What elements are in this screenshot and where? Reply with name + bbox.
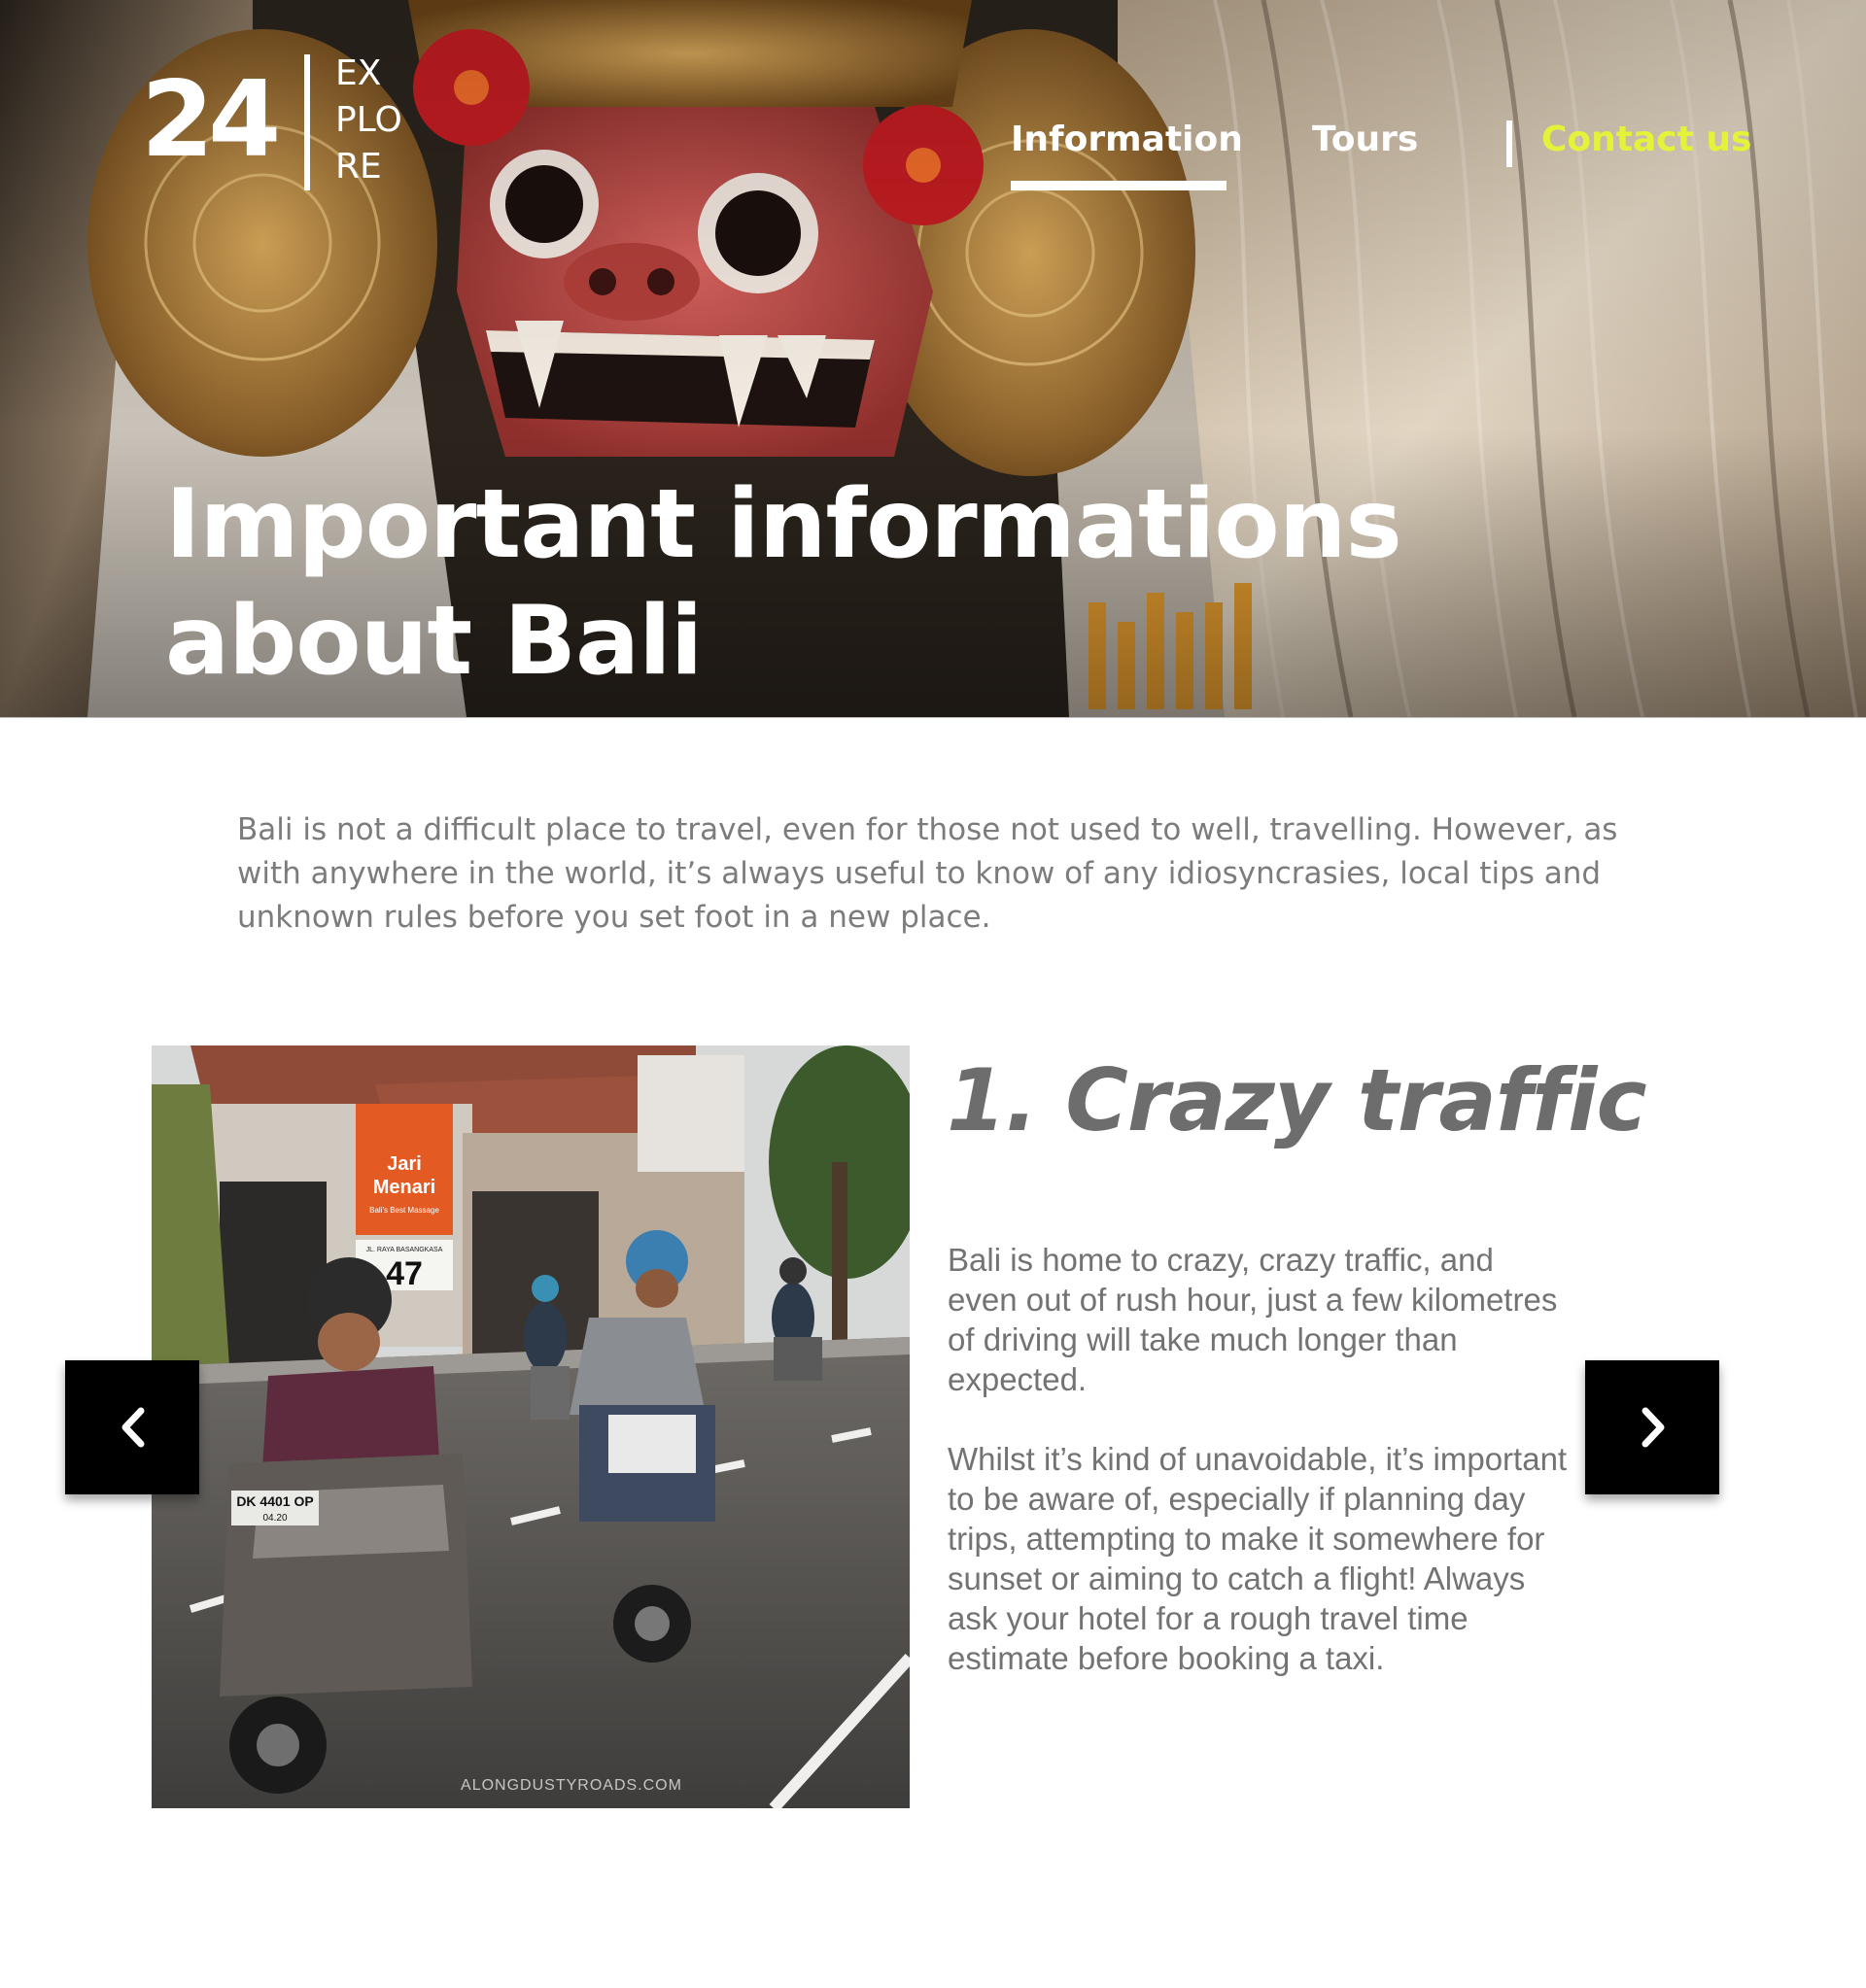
plate-text-1: DK 4401 OP bbox=[236, 1493, 313, 1509]
shop-sign-text-1: Jari bbox=[387, 1153, 422, 1175]
logo-word-line-3: RE bbox=[335, 147, 382, 187]
logo-number: 24 bbox=[141, 59, 281, 181]
tip-body: Bali is home to crazy, crazy traffic, an… bbox=[948, 1240, 1570, 1718]
nav-contact-us[interactable]: Contact us bbox=[1541, 122, 1751, 157]
tip-paragraph-2: Whilst it’s kind of unavoidable, it’s im… bbox=[948, 1441, 1568, 1676]
tip-title: 1. Crazy traffic bbox=[947, 1050, 1647, 1150]
logo-word-line-2: PLO bbox=[335, 100, 402, 140]
photo-watermark: ALONGDUSTYROADS.COM bbox=[461, 1777, 682, 1794]
nav-separator bbox=[1506, 120, 1512, 167]
chevron-right-icon bbox=[1641, 1407, 1665, 1448]
shop-sign-small-text: Bali's Best Massage bbox=[369, 1206, 439, 1215]
chevron-left-icon bbox=[121, 1407, 145, 1448]
nav-active-indicator bbox=[1011, 181, 1227, 190]
number-sign-text: 47 bbox=[386, 1255, 423, 1292]
previous-slide-button[interactable] bbox=[65, 1360, 199, 1494]
logo-divider bbox=[304, 54, 310, 190]
page-title-line-2: about Bali bbox=[165, 586, 703, 697]
hero-banner: 24 EX PLO RE Information Tours Contact u… bbox=[0, 0, 1866, 718]
street-sign-text: JL. RAYA BASANGKASA bbox=[366, 1247, 443, 1253]
page: 24 EX PLO RE Information Tours Contact u… bbox=[0, 0, 1866, 1988]
intro-paragraph: Bali is not a difficult place to travel,… bbox=[237, 812, 1618, 935]
traffic-photo: Jari Menari Bali's Best Massage JL. RAYA… bbox=[152, 1045, 910, 1808]
plate-text-2: 04.20 bbox=[262, 1513, 287, 1524]
nav-information[interactable]: Information bbox=[1011, 122, 1243, 157]
page-title: Important informations about Bali bbox=[165, 466, 1402, 700]
page-title-line-1: Important informations bbox=[165, 469, 1402, 580]
site-logo[interactable]: 24 EX PLO RE bbox=[141, 51, 423, 196]
tip-paragraph-1: Bali is home to crazy, crazy traffic, an… bbox=[948, 1242, 1558, 1397]
logo-word-line-1: EX bbox=[335, 53, 382, 93]
next-slide-button[interactable] bbox=[1585, 1360, 1719, 1494]
tip-image-traffic: Jari Menari Bali's Best Massage JL. RAYA… bbox=[152, 1045, 910, 1808]
shop-sign-text-2: Menari bbox=[373, 1177, 435, 1198]
nav-tours[interactable]: Tours bbox=[1312, 122, 1418, 157]
